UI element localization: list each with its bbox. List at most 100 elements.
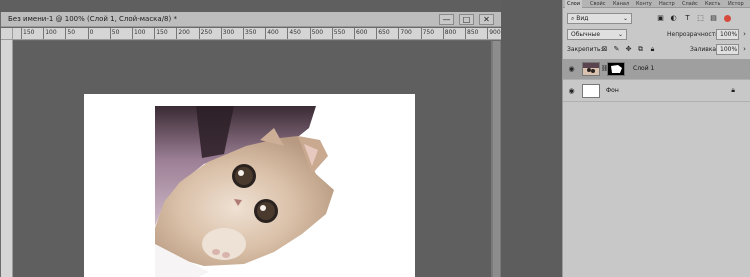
blend-mode-select[interactable]: Обычные ⌄: [567, 29, 627, 40]
layer-name: Слой 1: [633, 65, 655, 72]
lock-position-icon[interactable]: ✥: [624, 45, 633, 54]
minimize-button[interactable]: —: [439, 14, 454, 25]
ruler-corner[interactable]: [1, 28, 13, 40]
blend-mode-value: Обычные: [571, 31, 601, 38]
horizontal-ruler[interactable]: 150 100 50 0 50 100 150 200 250 300 350 400 450 500 55…: [13, 28, 502, 40]
tab-adjustments[interactable]: Настр: [657, 0, 677, 8]
image-filter-icon[interactable]: ▣: [656, 14, 665, 23]
ruler-tick-label: 650: [378, 29, 390, 36]
ruler-tick: [198, 28, 200, 39]
tab-history[interactable]: Истор: [726, 0, 746, 8]
ruler-tick: [265, 28, 267, 39]
chevron-down-icon: ⌄: [617, 31, 623, 38]
ruler-tick-label: 900: [489, 29, 501, 36]
ruler-tick-label: 600: [356, 29, 368, 36]
layer-thumbnail[interactable]: [582, 84, 600, 98]
ruler-tick-label: 250: [200, 29, 213, 36]
workspace-background: [501, 0, 562, 277]
ruler-tick-label: 100: [45, 29, 57, 36]
ruler-tick: [487, 28, 489, 39]
ruler-tick: [176, 28, 178, 39]
smart-object-filter-icon[interactable]: ▤: [709, 14, 718, 23]
ruler-tick-label: 550: [333, 29, 346, 36]
tab-brush[interactable]: Кисть: [703, 0, 722, 8]
layers-panel: Слои Свойс Канал Конту Настр Слайс Кисть…: [562, 0, 750, 277]
document-title: Без имени-1 @ 100% (Слой 1, Слой-маска/8…: [8, 15, 177, 23]
ruler-tick-label: 350: [245, 29, 257, 36]
lock-artboard-icon[interactable]: ⧉: [636, 45, 645, 54]
ruler-tick: [21, 28, 22, 39]
ruler-tick: [287, 28, 289, 39]
lock-icon[interactable]: 🔒︎: [731, 86, 735, 95]
layer-name: Фон: [606, 87, 619, 94]
ruler-tick: [243, 28, 244, 39]
filter-toggle-icon[interactable]: [724, 15, 731, 22]
ruler-tick-label: 100: [134, 29, 146, 36]
layer-thumbnail[interactable]: [582, 62, 600, 76]
close-button[interactable]: ✕: [479, 14, 494, 25]
ruler-tick: [376, 28, 378, 39]
adjustment-filter-icon[interactable]: ◐: [669, 14, 678, 23]
ruler-tick-label: 700: [400, 29, 412, 36]
ruler-tick: [420, 28, 422, 39]
layer-row[interactable]: ◉ Фон 🔒︎: [563, 81, 750, 102]
ruler-tick-label: 50: [67, 29, 76, 36]
ruler-tick-label: 800: [444, 29, 457, 36]
filter-kind-label: Вид: [576, 15, 589, 22]
lock-pixels-icon[interactable]: ✎: [612, 45, 621, 54]
ruler-tick-label: 150: [156, 29, 168, 36]
tab-channels[interactable]: Канал: [611, 0, 631, 8]
ruler-tick-label: 0: [89, 29, 94, 36]
ruler-tick: [43, 28, 45, 39]
ruler-tick-label: 50: [111, 29, 120, 36]
vertical-ruler[interactable]: [1, 40, 13, 277]
shape-filter-icon[interactable]: ⬚: [696, 14, 705, 23]
lock-label: Закрепить:: [567, 46, 603, 53]
ruler-tick: [220, 28, 222, 39]
panel-tab-bar: Слои Свойс Канал Конту Настр Слайс Кисть…: [563, 0, 750, 8]
maximize-button[interactable]: □: [459, 14, 474, 25]
ruler-tick-label: 300: [222, 29, 235, 36]
opacity-input[interactable]: 100%: [716, 29, 739, 40]
ruler-tick: [87, 28, 89, 39]
fill-input[interactable]: 100%: [716, 44, 739, 55]
ruler-tick-label: 400: [267, 29, 279, 36]
ruler-tick-label: 500: [311, 29, 324, 36]
ruler-tick: [109, 28, 111, 39]
layer-filter-select[interactable]: ⌕ Вид ⌄: [567, 13, 632, 24]
document-titlebar[interactable]: Без имени-1 @ 100% (Слой 1, Слой-маска/8…: [1, 12, 502, 27]
ruler-tick: [331, 28, 333, 39]
layer-row[interactable]: ◉ ⛓︎ Слой 1: [563, 59, 750, 80]
tab-paths[interactable]: Конту: [634, 0, 654, 8]
ruler-tick-label: 450: [289, 29, 301, 36]
layer-mask-thumbnail[interactable]: [607, 62, 625, 76]
eye-icon[interactable]: ◉: [567, 87, 576, 96]
lock-transparency-icon[interactable]: ⊠: [600, 45, 609, 54]
chevron-down-icon: ⌄: [622, 15, 628, 22]
ruler-tick: [309, 28, 311, 39]
ruler-tick-label: 150: [23, 29, 35, 36]
ruler-tick-label: 750: [422, 29, 435, 36]
scrollbar-thumb[interactable]: [493, 41, 500, 277]
eye-icon[interactable]: ◉: [567, 65, 576, 74]
ruler-tick: [65, 28, 67, 39]
opacity-label: Непрозрачность:: [667, 31, 721, 38]
type-filter-icon[interactable]: T: [683, 14, 692, 23]
canvas-area[interactable]: [13, 41, 491, 277]
fill-dropdown-icon[interactable]: ›: [740, 45, 749, 54]
lock-all-icon[interactable]: 🔒︎: [648, 45, 657, 54]
document-canvas[interactable]: [84, 94, 415, 277]
ruler-tick: [154, 28, 156, 39]
tab-properties[interactable]: Свойс: [588, 0, 608, 8]
cat-photo-layer: [155, 106, 334, 277]
tab-layers[interactable]: Слои: [565, 0, 582, 8]
ruler-tick: [398, 28, 400, 39]
ruler-tick: [354, 28, 355, 39]
fill-label: Заливка:: [690, 46, 719, 53]
ruler-tick-label: 850: [467, 29, 479, 36]
opacity-dropdown-icon[interactable]: ›: [740, 30, 749, 39]
ruler-tick-label: 200: [178, 29, 190, 36]
ruler-tick: [442, 28, 444, 39]
tab-slices[interactable]: Слайс: [680, 0, 700, 8]
document-window: Без имени-1 @ 100% (Слой 1, Слой-маска/8…: [0, 12, 502, 277]
